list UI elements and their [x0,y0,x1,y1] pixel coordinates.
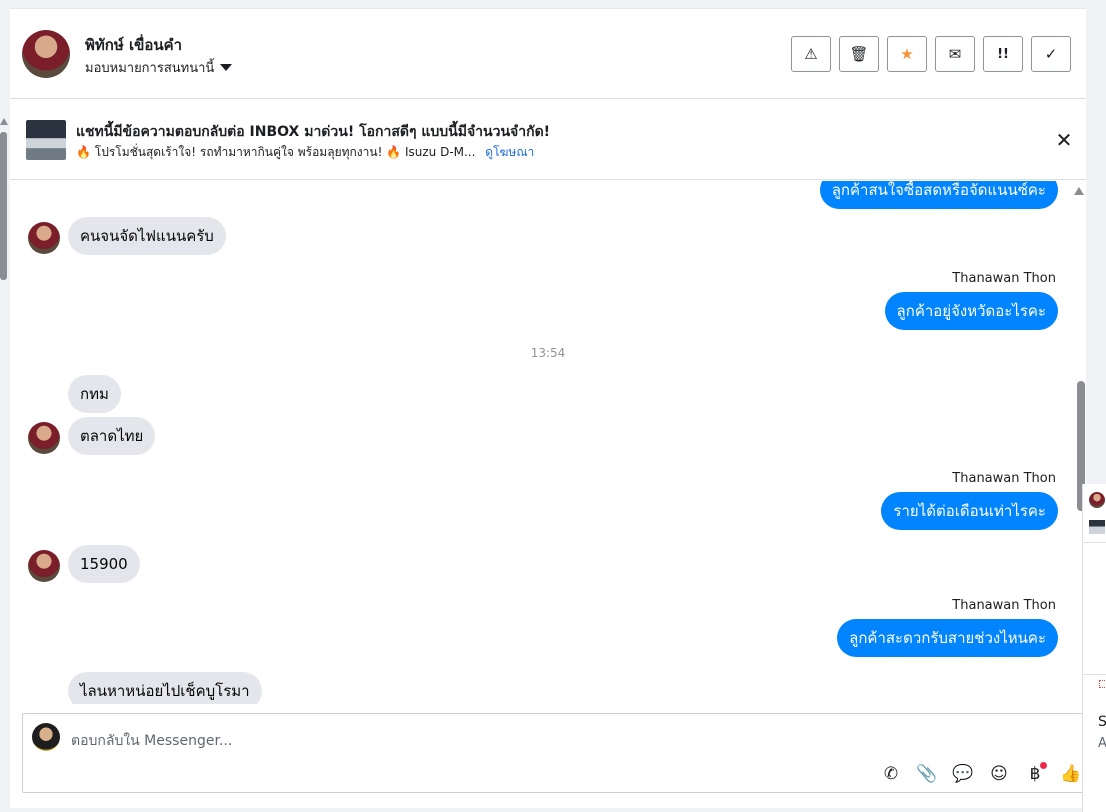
scroll-up-arrow-icon[interactable] [1074,187,1084,195]
assign-conversation-dropdown[interactable]: มอบหมายการสนทนานี้ [85,57,233,78]
mark-done-button[interactable]: ✓ [1031,36,1071,72]
message-bubble-incoming: ไลนหาหน่อยไปเช็คบูโรมา [68,672,262,704]
left-scrollbar[interactable] [0,110,8,812]
message-bubble-incoming: คนจนจัดไฟแนนครับ [68,217,226,255]
reply-input[interactable]: ตอบกลับใน Messenger... [71,730,232,752]
sender-name: Thanawan Thon [952,598,1056,613]
baht-glyph: ฿ [1029,764,1041,784]
thumbs-up-icon[interactable]: 👍 [1059,762,1083,786]
baht-payment-icon[interactable]: ฿ [1023,762,1047,786]
mail-open-icon: ✉ [948,45,962,63]
delete-button[interactable]: 🗑 [839,36,879,72]
ad-context-banner: แชทนี้มีข้อความตอบกลับต่อ INBOX มาด่วน! … [10,100,1086,180]
emoji-icon[interactable]: ☺ [987,762,1011,786]
trash-icon: 🗑 [849,45,869,63]
conversation-header: พิทักษ์ เขื่อนคำ มอบหมายการสนทนานี้ ⚠ 🗑 … [10,9,1086,99]
ad-title: แชทนี้มีข้อความตอบกลับต่อ INBOX มาด่วน! … [76,124,551,140]
page-avatar [32,723,60,751]
close-icon[interactable]: ✕ [1052,128,1076,152]
check-icon: ✓ [1044,45,1058,63]
divider [1083,674,1106,675]
contact-avatar[interactable] [22,30,70,78]
sender-name: Thanawan Thon [952,471,1056,486]
saved-reply-icon[interactable]: 💬 [951,762,975,786]
caret-down-icon [220,64,233,71]
message-bubble-outgoing: ลูกค้าอยู่จังหวัดอะไรคะ [884,292,1058,330]
message-thread[interactable]: ลูกค้าสนใจซื้อสดหรือจัดแนนซ์คะ คนจนจัดไฟ… [10,181,1086,704]
notification-dot [1040,762,1047,769]
conversation-toolbar: ⚠ 🗑 ★ ✉ !! ✓ [791,36,1071,72]
sender-name: Thanawan Thon [952,271,1056,286]
contact-avatar-small [28,422,60,454]
message-bubble-incoming: ตลาดไทย [68,417,156,455]
message-bubble-outgoing: รายได้ต่อเดือนเท่าไรคะ [881,492,1058,530]
view-ad-link[interactable]: ดูโฆษณา [485,145,534,159]
scrollbar-thumb[interactable] [0,132,7,280]
ad-thumbnail-small[interactable] [1089,520,1105,534]
star-icon: ★ [900,45,914,63]
mark-unread-button[interactable]: ✉ [935,36,975,72]
calendar-icon [1099,680,1106,688]
conversation-panel: พิทักษ์ เขื่อนคำ มอบหมายการสนทนานี้ ⚠ 🗑 … [10,8,1086,808]
reply-composer[interactable]: ตอบกลับใน Messenger... ✆ 📎 💬 ☺ ฿ 👍 [22,713,1084,793]
attachment-icon[interactable]: 📎 [915,762,939,786]
ad-subtitle: 🔥 โปรโมชั่นสุดเร้าใจ! รถทำมาหากินคู่ใจ พ… [76,143,534,162]
star-button[interactable]: ★ [887,36,927,72]
message-bubble-incoming: 15900 [68,545,140,583]
message-bubble-outgoing: ลูกค้าสะดวกรับสายช่วงไหนคะ [837,619,1058,657]
assign-label: มอบหมายการสนทนานี้ [85,61,215,76]
phone-add-icon[interactable]: ✆ [879,762,903,786]
side-panel-edge: S A [1082,484,1106,812]
ad-thumbnail [26,120,66,160]
side-text: S [1098,714,1106,730]
ad-description: 🔥 โปรโมชั่นสุดเร้าใจ! รถทำมาหากินคู่ใจ พ… [76,145,476,159]
message-timestamp: 13:54 [530,346,566,360]
contact-avatar-small [28,550,60,582]
composer-actions: ✆ 📎 💬 ☺ ฿ 👍 [879,762,1083,786]
contact-avatar-small [28,222,60,254]
divider [1083,542,1106,543]
contact-name[interactable]: พิทักษ์ เขื่อนคำ [85,33,182,57]
message-bubble-incoming: กทม [68,375,121,413]
warning-icon: ⚠ [804,45,818,63]
side-text: A [1098,736,1106,751]
mark-spam-button[interactable]: ⚠ [791,36,831,72]
message-bubble-outgoing: ลูกค้าสนใจซื้อสดหรือจัดแนนซ์คะ [819,181,1058,209]
follow-up-button[interactable]: !! [983,36,1023,72]
important-icon: !! [997,46,1009,62]
contact-avatar-small[interactable] [1089,492,1105,508]
scroll-up-arrow-icon[interactable] [0,118,8,125]
